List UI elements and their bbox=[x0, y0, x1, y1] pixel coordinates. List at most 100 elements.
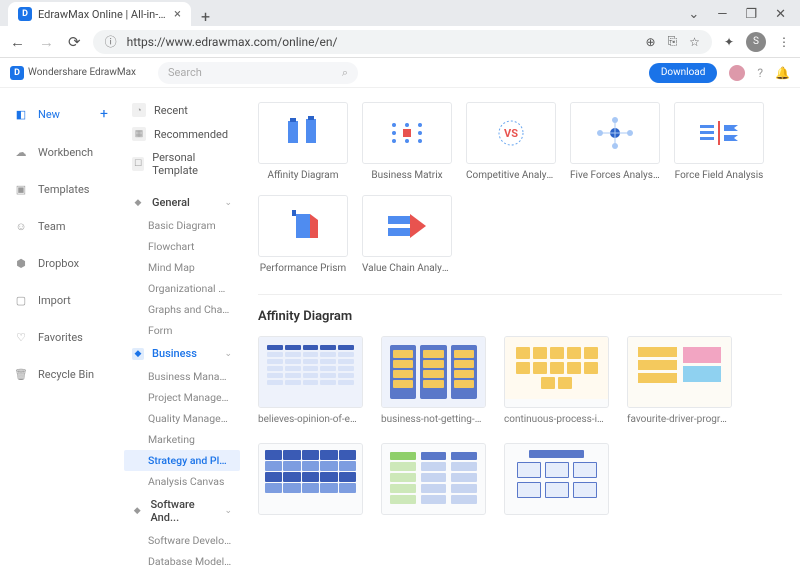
cat-sub-analysis-canvas[interactable]: Analysis Canvas bbox=[124, 471, 240, 492]
chevron-down-icon: ⌄ bbox=[224, 198, 232, 208]
new-tab-icon[interactable]: + bbox=[201, 7, 210, 26]
affinity-example-card[interactable] bbox=[381, 443, 486, 521]
minimize-icon[interactable]: — bbox=[717, 7, 727, 22]
affinity-example-card[interactable]: continuous-process-impro... bbox=[504, 336, 609, 425]
cat-sub-software-development[interactable]: Software Development bbox=[124, 530, 240, 551]
example-thumb bbox=[381, 336, 486, 408]
sidebar-item-recycle-bin[interactable]: 🗑 Recycle Bin bbox=[6, 362, 116, 387]
browser-tab[interactable]: D EdrawMax Online | All-in-One Diag × bbox=[8, 2, 191, 26]
template-card-competitive-analysis[interactable]: VS Competitive Analysis bbox=[466, 102, 556, 181]
favorites-icon: ♡ bbox=[14, 331, 28, 344]
tab-title: EdrawMax Online | All-in-One Diag bbox=[38, 8, 168, 21]
chevron-down-icon[interactable]: ⌄ bbox=[688, 7, 699, 22]
browser-actions: ✦ S ⋮ bbox=[724, 32, 790, 52]
cat-top-label: Recommended bbox=[154, 128, 228, 141]
download-button[interactable]: Download bbox=[649, 63, 718, 83]
nav-arrows: ← → ⟳ bbox=[10, 33, 81, 51]
cat-top-recommended[interactable]: ▦ Recommended bbox=[124, 122, 240, 146]
sidebar-item-workbench[interactable]: ☁ Workbench bbox=[6, 140, 116, 165]
example-thumb bbox=[381, 443, 486, 515]
template-label: Five Forces Analysis bbox=[570, 170, 660, 181]
site-info-icon[interactable]: ⓘ bbox=[105, 33, 117, 50]
template-card-business-matrix[interactable]: Business Matrix bbox=[362, 102, 452, 181]
sidebar-item-team[interactable]: ☺ Team bbox=[6, 214, 116, 239]
menu-icon[interactable]: ⋮ bbox=[778, 35, 790, 49]
template-card-affinity-diagram[interactable]: Affinity Diagram bbox=[258, 102, 348, 181]
cat-sub-mind-map[interactable]: Mind Map bbox=[124, 257, 240, 278]
sidebar-item-label: New bbox=[38, 108, 60, 121]
sidebar-item-templates[interactable]: ▣ Templates bbox=[6, 177, 116, 202]
template-card-force-field-analysis[interactable]: Force Field Analysis bbox=[674, 102, 764, 181]
cat-sub-business-management[interactable]: Business Management bbox=[124, 366, 240, 387]
cat-sub-project-management[interactable]: Project Management bbox=[124, 387, 240, 408]
cat-sub-graphs-and-charts[interactable]: Graphs and Charts bbox=[124, 299, 240, 320]
logo-icon: D bbox=[10, 66, 24, 80]
cat-sub-marketing[interactable]: Marketing bbox=[124, 429, 240, 450]
plus-icon[interactable]: + bbox=[100, 106, 108, 122]
cat-section-general[interactable]: ◆General⌄ bbox=[124, 190, 240, 215]
cat-sub-basic-diagram[interactable]: Basic Diagram bbox=[124, 215, 240, 236]
template-label: Force Field Analysis bbox=[674, 170, 764, 181]
cat-sub-strategy-and-planning[interactable]: Strategy and Planning bbox=[124, 450, 240, 471]
star-icon[interactable]: ☆ bbox=[689, 35, 700, 49]
cat-sub-database-modeling[interactable]: Database Modeling bbox=[124, 551, 240, 569]
sidebar-item-new[interactable]: ◧ New + bbox=[6, 100, 116, 128]
affinity-example-card[interactable] bbox=[258, 443, 363, 521]
sidebar-item-import[interactable]: ▢ Import bbox=[6, 288, 116, 313]
cat-sub-form[interactable]: Form bbox=[124, 320, 240, 341]
template-card-value-chain-analysis[interactable]: Value Chain Analysis bbox=[362, 195, 452, 274]
user-avatar-icon[interactable] bbox=[729, 65, 745, 81]
template-thumb bbox=[674, 102, 764, 164]
primary-sidebar: ◧ New + ☁ Workbench ▣ Templates ☺ Team ⬢ … bbox=[0, 88, 122, 569]
affinity-example-card[interactable] bbox=[504, 443, 609, 521]
search-input[interactable]: Search ⌕ bbox=[158, 62, 358, 84]
profile-avatar[interactable]: S bbox=[746, 32, 766, 52]
template-thumb bbox=[362, 102, 452, 164]
cat-section-software-and-[interactable]: ◆Software And...⌄ bbox=[124, 492, 240, 530]
cat-sub-flowchart[interactable]: Flowchart bbox=[124, 236, 240, 257]
recycle bin-icon: 🗑 bbox=[14, 368, 28, 381]
section-icon: ◆ bbox=[132, 505, 142, 517]
affinity-example-card[interactable]: believes-opinion-of-emplo... bbox=[258, 336, 363, 425]
address-bar[interactable]: ⓘ https://www.edrawmax.com/online/en/ ⊕ … bbox=[93, 30, 712, 54]
sidebar-item-favorites[interactable]: ♡ Favorites bbox=[6, 325, 116, 350]
chevron-down-icon: ⌄ bbox=[224, 349, 232, 359]
cat-top-label: Recent bbox=[154, 104, 188, 117]
template-grid: Affinity Diagram Business Matrix VS Compe… bbox=[258, 102, 782, 274]
sidebar-item-label: Recycle Bin bbox=[38, 368, 94, 381]
maximize-icon[interactable]: ❐ bbox=[745, 7, 757, 22]
back-icon[interactable]: ← bbox=[10, 33, 25, 51]
url-text: https://www.edrawmax.com/online/en/ bbox=[127, 35, 338, 49]
example-thumb bbox=[627, 336, 732, 408]
section-icon: ◆ bbox=[132, 197, 144, 209]
template-card-five-forces-analysis[interactable]: Five Forces Analysis bbox=[570, 102, 660, 181]
cat-top-recent[interactable]: ◔Recent bbox=[124, 98, 240, 122]
cat-sub-quality-management[interactable]: Quality Management bbox=[124, 408, 240, 429]
affinity-example-card[interactable]: favourite-driver-program-a... bbox=[627, 336, 732, 425]
cat-top-personal-template[interactable]: ☐Personal Template bbox=[124, 146, 240, 182]
forward-icon[interactable]: → bbox=[39, 33, 54, 51]
section-icon: ◆ bbox=[132, 348, 144, 360]
recommended-icon: ▦ bbox=[132, 127, 146, 141]
template-card-performance-prism[interactable]: Performance Prism bbox=[258, 195, 348, 274]
close-window-icon[interactable]: ✕ bbox=[775, 7, 786, 22]
sidebar-item-dropbox[interactable]: ⬢ Dropbox bbox=[6, 251, 116, 276]
sidebar-item-label: Favorites bbox=[38, 331, 83, 344]
extensions-icon[interactable]: ✦ bbox=[724, 35, 734, 49]
reload-icon[interactable]: ⟳ bbox=[68, 33, 81, 51]
cat-section-label: Business bbox=[152, 347, 197, 360]
affinity-example-card[interactable]: business-not-getting-sales-... bbox=[381, 336, 486, 425]
app-logo[interactable]: D Wondershare EdrawMax bbox=[10, 66, 136, 80]
zoom-icon[interactable]: ⊕ bbox=[646, 35, 656, 49]
section-title: Affinity Diagram bbox=[258, 309, 782, 324]
tab-close-icon[interactable]: × bbox=[174, 7, 181, 22]
help-icon[interactable]: ? bbox=[757, 66, 763, 80]
cat-sub-organizational-chart[interactable]: Organizational Chart bbox=[124, 278, 240, 299]
example-thumb bbox=[258, 336, 363, 408]
app-topbar: D Wondershare EdrawMax Search ⌕ Download… bbox=[0, 58, 800, 88]
bell-icon[interactable]: 🔔 bbox=[775, 66, 790, 80]
templates-icon: ▣ bbox=[14, 183, 28, 196]
template-label: Business Matrix bbox=[362, 170, 452, 181]
install-icon[interactable]: ⎘ bbox=[668, 34, 678, 49]
cat-section-business[interactable]: ◆ Business ⌄ bbox=[124, 341, 240, 366]
